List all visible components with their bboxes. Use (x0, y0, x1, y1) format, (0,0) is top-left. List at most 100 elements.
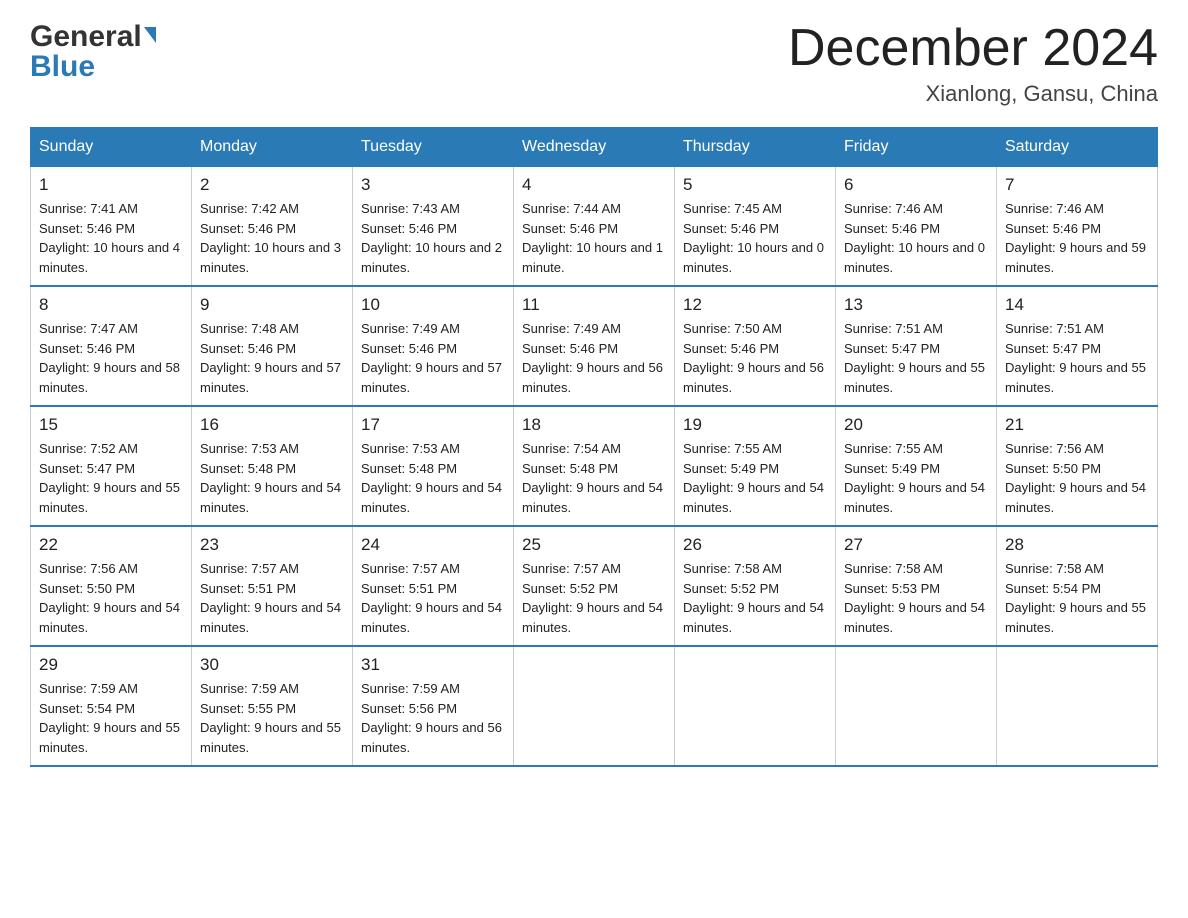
day-info: Sunrise: 7:49 AMSunset: 5:46 PMDaylight:… (361, 319, 505, 397)
calendar-day-cell: 11 Sunrise: 7:49 AMSunset: 5:46 PMDaylig… (514, 286, 675, 406)
day-info: Sunrise: 7:59 AMSunset: 5:55 PMDaylight:… (200, 679, 344, 757)
calendar-day-cell (514, 646, 675, 766)
day-info: Sunrise: 7:50 AMSunset: 5:46 PMDaylight:… (683, 319, 827, 397)
day-number: 12 (683, 295, 827, 315)
calendar-day-cell: 21 Sunrise: 7:56 AMSunset: 5:50 PMDaylig… (997, 406, 1158, 526)
calendar-day-cell: 12 Sunrise: 7:50 AMSunset: 5:46 PMDaylig… (675, 286, 836, 406)
calendar-day-cell: 4 Sunrise: 7:44 AMSunset: 5:46 PMDayligh… (514, 167, 675, 287)
day-number: 8 (39, 295, 183, 315)
calendar-day-cell: 1 Sunrise: 7:41 AMSunset: 5:46 PMDayligh… (31, 167, 192, 287)
day-info: Sunrise: 7:44 AMSunset: 5:46 PMDaylight:… (522, 199, 666, 277)
calendar-day-cell: 19 Sunrise: 7:55 AMSunset: 5:49 PMDaylig… (675, 406, 836, 526)
col-monday: Monday (192, 128, 353, 167)
day-number: 20 (844, 415, 988, 435)
calendar-week-row: 29 Sunrise: 7:59 AMSunset: 5:54 PMDaylig… (31, 646, 1158, 766)
day-number: 6 (844, 175, 988, 195)
day-info: Sunrise: 7:57 AMSunset: 5:52 PMDaylight:… (522, 559, 666, 637)
title-block: December 2024 Xianlong, Gansu, China (788, 20, 1158, 107)
day-info: Sunrise: 7:55 AMSunset: 5:49 PMDaylight:… (683, 439, 827, 517)
calendar-day-cell: 8 Sunrise: 7:47 AMSunset: 5:46 PMDayligh… (31, 286, 192, 406)
calendar-day-cell: 27 Sunrise: 7:58 AMSunset: 5:53 PMDaylig… (836, 526, 997, 646)
day-number: 4 (522, 175, 666, 195)
day-info: Sunrise: 7:41 AMSunset: 5:46 PMDaylight:… (39, 199, 183, 277)
calendar-day-cell: 3 Sunrise: 7:43 AMSunset: 5:46 PMDayligh… (353, 167, 514, 287)
day-info: Sunrise: 7:56 AMSunset: 5:50 PMDaylight:… (39, 559, 183, 637)
calendar-day-cell: 16 Sunrise: 7:53 AMSunset: 5:48 PMDaylig… (192, 406, 353, 526)
day-number: 19 (683, 415, 827, 435)
day-info: Sunrise: 7:49 AMSunset: 5:46 PMDaylight:… (522, 319, 666, 397)
day-info: Sunrise: 7:51 AMSunset: 5:47 PMDaylight:… (1005, 319, 1149, 397)
day-info: Sunrise: 7:58 AMSunset: 5:53 PMDaylight:… (844, 559, 988, 637)
calendar-day-cell: 14 Sunrise: 7:51 AMSunset: 5:47 PMDaylig… (997, 286, 1158, 406)
day-number: 3 (361, 175, 505, 195)
page-header: General Blue December 2024 Xianlong, Gan… (30, 20, 1158, 107)
day-number: 25 (522, 535, 666, 555)
day-info: Sunrise: 7:47 AMSunset: 5:46 PMDaylight:… (39, 319, 183, 397)
day-number: 13 (844, 295, 988, 315)
day-info: Sunrise: 7:43 AMSunset: 5:46 PMDaylight:… (361, 199, 505, 277)
day-number: 14 (1005, 295, 1149, 315)
calendar-day-cell (836, 646, 997, 766)
location-title: Xianlong, Gansu, China (788, 81, 1158, 107)
calendar-day-cell: 31 Sunrise: 7:59 AMSunset: 5:56 PMDaylig… (353, 646, 514, 766)
logo-general-text: General (30, 20, 142, 54)
calendar-day-cell: 30 Sunrise: 7:59 AMSunset: 5:55 PMDaylig… (192, 646, 353, 766)
day-info: Sunrise: 7:58 AMSunset: 5:54 PMDaylight:… (1005, 559, 1149, 637)
col-thursday: Thursday (675, 128, 836, 167)
day-info: Sunrise: 7:53 AMSunset: 5:48 PMDaylight:… (361, 439, 505, 517)
calendar-day-cell: 28 Sunrise: 7:58 AMSunset: 5:54 PMDaylig… (997, 526, 1158, 646)
day-number: 10 (361, 295, 505, 315)
logo: General Blue (30, 20, 156, 87)
day-number: 2 (200, 175, 344, 195)
day-number: 28 (1005, 535, 1149, 555)
col-sunday: Sunday (31, 128, 192, 167)
day-info: Sunrise: 7:58 AMSunset: 5:52 PMDaylight:… (683, 559, 827, 637)
day-number: 31 (361, 655, 505, 675)
day-number: 18 (522, 415, 666, 435)
calendar-day-cell (997, 646, 1158, 766)
day-info: Sunrise: 7:46 AMSunset: 5:46 PMDaylight:… (844, 199, 988, 277)
day-info: Sunrise: 7:51 AMSunset: 5:47 PMDaylight:… (844, 319, 988, 397)
day-number: 29 (39, 655, 183, 675)
calendar-week-row: 22 Sunrise: 7:56 AMSunset: 5:50 PMDaylig… (31, 526, 1158, 646)
logo-blue-text: Blue (30, 50, 95, 84)
day-info: Sunrise: 7:42 AMSunset: 5:46 PMDaylight:… (200, 199, 344, 277)
calendar-day-cell: 2 Sunrise: 7:42 AMSunset: 5:46 PMDayligh… (192, 167, 353, 287)
calendar-day-cell: 17 Sunrise: 7:53 AMSunset: 5:48 PMDaylig… (353, 406, 514, 526)
day-number: 1 (39, 175, 183, 195)
calendar-day-cell: 22 Sunrise: 7:56 AMSunset: 5:50 PMDaylig… (31, 526, 192, 646)
day-number: 16 (200, 415, 344, 435)
day-number: 21 (1005, 415, 1149, 435)
logo-arrow-icon (144, 27, 156, 43)
day-number: 11 (522, 295, 666, 315)
day-number: 30 (200, 655, 344, 675)
day-number: 9 (200, 295, 344, 315)
calendar-day-cell (675, 646, 836, 766)
col-wednesday: Wednesday (514, 128, 675, 167)
day-info: Sunrise: 7:52 AMSunset: 5:47 PMDaylight:… (39, 439, 183, 517)
day-info: Sunrise: 7:45 AMSunset: 5:46 PMDaylight:… (683, 199, 827, 277)
calendar-week-row: 1 Sunrise: 7:41 AMSunset: 5:46 PMDayligh… (31, 167, 1158, 287)
calendar-day-cell: 25 Sunrise: 7:57 AMSunset: 5:52 PMDaylig… (514, 526, 675, 646)
day-number: 24 (361, 535, 505, 555)
calendar-week-row: 8 Sunrise: 7:47 AMSunset: 5:46 PMDayligh… (31, 286, 1158, 406)
day-info: Sunrise: 7:56 AMSunset: 5:50 PMDaylight:… (1005, 439, 1149, 517)
col-saturday: Saturday (997, 128, 1158, 167)
day-info: Sunrise: 7:57 AMSunset: 5:51 PMDaylight:… (200, 559, 344, 637)
calendar-table: Sunday Monday Tuesday Wednesday Thursday… (30, 127, 1158, 767)
calendar-day-cell: 18 Sunrise: 7:54 AMSunset: 5:48 PMDaylig… (514, 406, 675, 526)
day-info: Sunrise: 7:59 AMSunset: 5:56 PMDaylight:… (361, 679, 505, 757)
day-info: Sunrise: 7:57 AMSunset: 5:51 PMDaylight:… (361, 559, 505, 637)
calendar-week-row: 15 Sunrise: 7:52 AMSunset: 5:47 PMDaylig… (31, 406, 1158, 526)
calendar-header-row: Sunday Monday Tuesday Wednesday Thursday… (31, 128, 1158, 167)
day-info: Sunrise: 7:59 AMSunset: 5:54 PMDaylight:… (39, 679, 183, 757)
day-info: Sunrise: 7:54 AMSunset: 5:48 PMDaylight:… (522, 439, 666, 517)
calendar-day-cell: 29 Sunrise: 7:59 AMSunset: 5:54 PMDaylig… (31, 646, 192, 766)
col-friday: Friday (836, 128, 997, 167)
calendar-day-cell: 15 Sunrise: 7:52 AMSunset: 5:47 PMDaylig… (31, 406, 192, 526)
day-info: Sunrise: 7:48 AMSunset: 5:46 PMDaylight:… (200, 319, 344, 397)
day-number: 7 (1005, 175, 1149, 195)
day-number: 23 (200, 535, 344, 555)
day-number: 5 (683, 175, 827, 195)
calendar-day-cell: 24 Sunrise: 7:57 AMSunset: 5:51 PMDaylig… (353, 526, 514, 646)
